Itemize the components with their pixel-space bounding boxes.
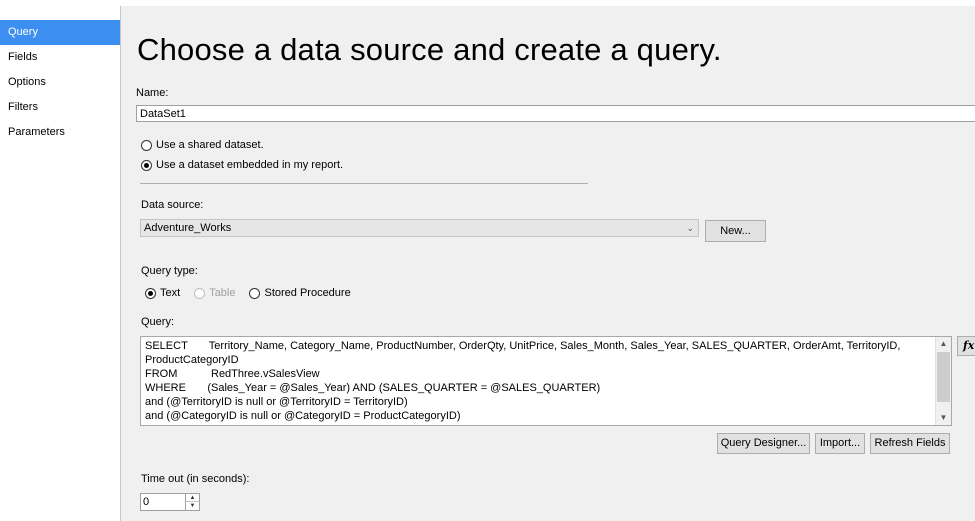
- data-source-select[interactable]: Adventure_Works ⌄: [140, 219, 699, 237]
- embedded-dataset-radio[interactable]: [141, 159, 152, 171]
- sidebar-item-filters[interactable]: Filters: [0, 95, 120, 120]
- sidebar-item-options[interactable]: Options: [0, 70, 120, 95]
- chevron-down-icon: ⌄: [686, 223, 694, 233]
- query-type-label: Query type:: [141, 265, 198, 277]
- query-type-stored-procedure-label: Stored Procedure: [264, 287, 351, 299]
- query-type-stored-procedure-radio[interactable]: [249, 287, 261, 299]
- shared-dataset-option[interactable]: Use a shared dataset.: [141, 139, 264, 151]
- query-type-group: Text Table Stored Procedure: [145, 287, 351, 299]
- divider: [140, 183, 588, 184]
- query-type-text-label: Text: [160, 287, 181, 299]
- query-type-table-radio: [194, 287, 206, 299]
- name-field[interactable]: [136, 105, 975, 122]
- query-panel: Choose a data source and create a query.…: [121, 6, 975, 521]
- shared-dataset-radio[interactable]: [141, 139, 152, 151]
- expression-button[interactable]: fx: [957, 336, 975, 356]
- query-type-table-option: Table: [194, 287, 235, 299]
- sidebar-item-query[interactable]: Query: [0, 20, 120, 45]
- sidebar-item-fields[interactable]: Fields: [0, 45, 120, 70]
- query-scrollbar[interactable]: ▲ ▼: [935, 337, 951, 425]
- page-title: Choose a data source and create a query.: [137, 32, 722, 67]
- shared-dataset-label: Use a shared dataset.: [156, 139, 264, 151]
- query-type-table-label: Table: [209, 287, 236, 299]
- data-source-value: Adventure_Works: [144, 222, 232, 234]
- scroll-up-arrow-icon[interactable]: ▲: [936, 337, 951, 351]
- sidebar: Query Fields Options Filters Parameters: [0, 6, 121, 521]
- query-type-text-radio[interactable]: [145, 287, 156, 299]
- name-label: Name:: [136, 87, 169, 99]
- query-label: Query:: [141, 316, 175, 328]
- spin-up-icon[interactable]: ▲: [186, 494, 199, 502]
- embedded-dataset-label: Use a dataset embedded in my report.: [156, 159, 344, 171]
- query-type-text-option[interactable]: Text: [145, 287, 180, 299]
- refresh-fields-button[interactable]: Refresh Fields: [870, 433, 950, 454]
- scroll-down-arrow-icon[interactable]: ▼: [936, 411, 951, 425]
- timeout-spin-buttons[interactable]: ▲ ▼: [185, 494, 199, 510]
- data-source-label: Data source:: [141, 199, 204, 211]
- sidebar-item-parameters[interactable]: Parameters: [0, 120, 120, 145]
- query-editor[interactable]: SELECT Territory_Name, Category_Name, Pr…: [140, 336, 952, 426]
- timeout-input[interactable]: [143, 494, 183, 510]
- spin-down-icon[interactable]: ▼: [186, 502, 199, 510]
- scroll-thumb[interactable]: [937, 352, 950, 402]
- query-type-stored-procedure-option[interactable]: Stored Procedure: [249, 287, 351, 299]
- query-text[interactable]: SELECT Territory_Name, Category_Name, Pr…: [145, 339, 933, 423]
- timeout-stepper[interactable]: ▲ ▼: [140, 493, 200, 511]
- timeout-label: Time out (in seconds):: [141, 473, 250, 485]
- embedded-dataset-option[interactable]: Use a dataset embedded in my report.: [141, 159, 343, 171]
- query-designer-button[interactable]: Query Designer...: [717, 433, 810, 454]
- import-button[interactable]: Import...: [815, 433, 865, 454]
- new-data-source-button[interactable]: New...: [705, 220, 766, 242]
